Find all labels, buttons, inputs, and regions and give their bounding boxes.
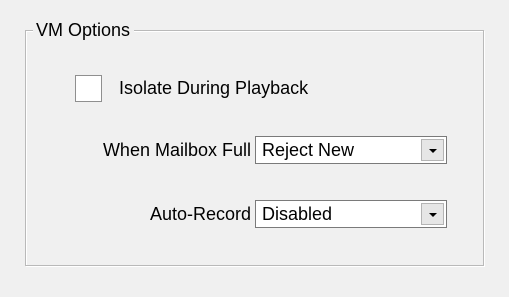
auto-record-label: Auto-Record [149,204,251,224]
isolate-during-playback-checkbox[interactable] [75,75,102,102]
when-mailbox-full-dropdown[interactable]: Reject New [255,136,447,164]
when-mailbox-full-dropdown-button[interactable] [421,139,444,161]
when-mailbox-full-value: Reject New [262,140,355,160]
auto-record-dropdown[interactable]: Disabled [255,200,447,228]
chevron-down-icon [429,149,437,153]
auto-record-dropdown-button[interactable] [421,203,444,225]
vm-options-panel: VM Options Isolate During Playback When … [0,0,509,297]
groupbox-title: VM Options [33,18,135,42]
auto-record-value: Disabled [262,204,333,224]
isolate-during-playback-label[interactable]: Isolate During Playback [119,76,308,100]
chevron-down-icon [429,213,437,217]
when-mailbox-full-label: When Mailbox Full [102,140,251,160]
